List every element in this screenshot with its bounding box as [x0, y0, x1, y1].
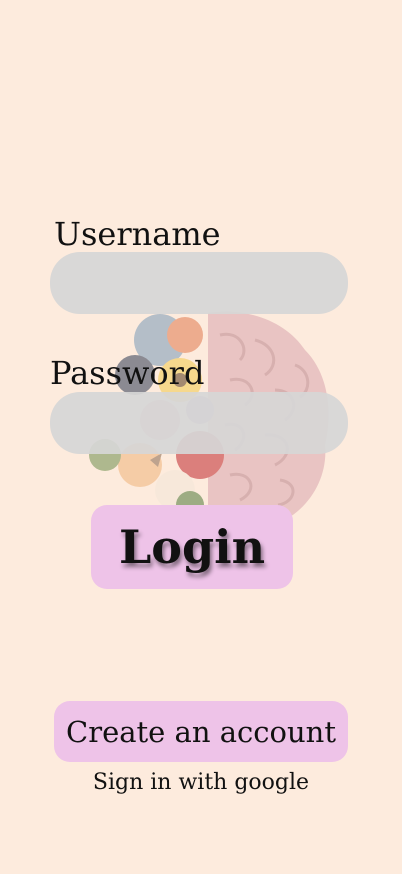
- create-account-button[interactable]: Create an account: [54, 701, 348, 762]
- create-account-label: Create an account: [66, 714, 336, 749]
- login-button-label: Login: [118, 520, 266, 574]
- google-signin-link[interactable]: Sign in with google: [0, 770, 402, 795]
- login-button[interactable]: Login: [91, 505, 293, 589]
- password-input[interactable]: [50, 392, 348, 454]
- username-label: Username: [54, 215, 221, 253]
- username-input[interactable]: [50, 252, 348, 314]
- password-label: Password: [50, 354, 205, 392]
